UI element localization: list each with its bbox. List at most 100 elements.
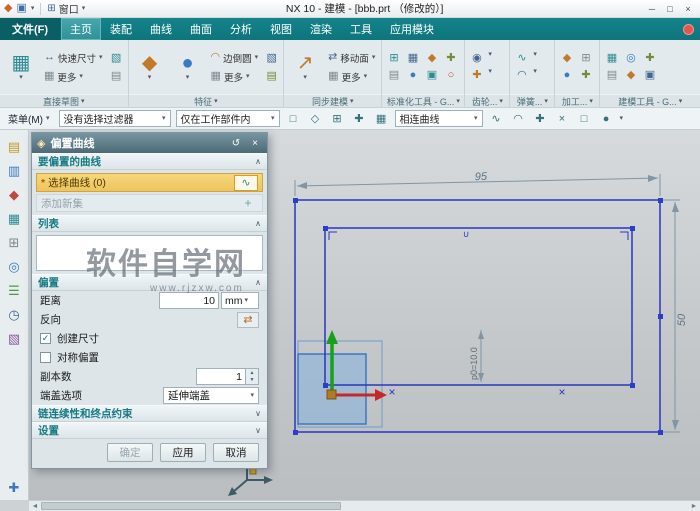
sketch-tool-icon-2[interactable]: ▤ bbox=[109, 69, 124, 84]
dialog-reset-icon[interactable]: ↺ bbox=[229, 138, 243, 149]
reuse-library-icon[interactable]: ▦ bbox=[8, 212, 20, 225]
machining-tool-icon-2[interactable]: ⊞ bbox=[578, 51, 593, 66]
system-scenes-icon[interactable]: ✚ bbox=[9, 481, 20, 494]
spring-tool-icon-2[interactable]: ◠ bbox=[514, 68, 529, 83]
copies-stepper[interactable]: 1 ▲ ▼ bbox=[196, 368, 259, 385]
move-face-big-button[interactable]: ↗ ▾ bbox=[288, 43, 322, 91]
sketch-button[interactable]: ▦ ▾ bbox=[4, 43, 38, 91]
standard-tool-icon-4[interactable]: ✚ bbox=[443, 51, 458, 66]
cap-option-dropdown[interactable]: 延伸端盖 ▾ bbox=[163, 387, 259, 404]
gear-tool-icon-1[interactable]: ◉ bbox=[469, 51, 484, 66]
snap-enable-icon[interactable]: ✚ bbox=[351, 110, 368, 127]
point-marker[interactable]: × bbox=[388, 385, 395, 399]
snap-point-icon[interactable]: × bbox=[554, 110, 571, 127]
web-browser-icon[interactable]: ◎ bbox=[8, 260, 19, 273]
highlight-icon[interactable]: ◇ bbox=[307, 110, 324, 127]
window-menu-button[interactable]: ⊞ 窗口 ▾ bbox=[47, 1, 85, 16]
group-label-synchronous[interactable]: 同步建模 ▾ bbox=[284, 94, 381, 107]
standard-tool-icon-6[interactable]: ● bbox=[405, 68, 420, 83]
roles-icon[interactable]: ▧ bbox=[8, 332, 20, 345]
quick-access-caret-icon[interactable]: ▾ bbox=[31, 5, 35, 12]
tab-application[interactable]: 应用模块 bbox=[381, 18, 443, 40]
curve-list-box[interactable] bbox=[36, 235, 263, 271]
section-offset[interactable]: 偏置 ∧ bbox=[32, 274, 267, 291]
create-dimension-row[interactable]: ✓ 创建尺寸 bbox=[32, 329, 267, 348]
origin-handle[interactable] bbox=[327, 390, 336, 399]
scroll-right-icon[interactable]: ► bbox=[688, 503, 700, 510]
file-menu[interactable]: 文件(F) bbox=[0, 18, 61, 40]
selbar-overflow-icon[interactable]: ▾ bbox=[620, 115, 624, 122]
group-label-feature[interactable]: 特征 ▾ bbox=[129, 94, 284, 107]
tab-assemblies[interactable]: 装配 bbox=[101, 18, 141, 40]
section-list[interactable]: 列表 ∧ bbox=[32, 215, 267, 232]
feature-tool-icon-2[interactable]: ▤ bbox=[264, 69, 279, 84]
standard-tool-icon-7[interactable]: ▣ bbox=[424, 68, 439, 83]
quick-dimension-button[interactable]: ↔ 快速尺寸 ▾ bbox=[42, 50, 105, 66]
move-face-button[interactable]: ⇄ 移动面 ▾ bbox=[326, 50, 377, 66]
apply-button[interactable]: 应用 bbox=[160, 443, 206, 462]
assembly-navigator-icon[interactable]: ▤ bbox=[8, 140, 20, 153]
group-label-standard-tools[interactable]: 标准化工具 - G... ▾ bbox=[382, 94, 464, 107]
modeling-tool-icon-6[interactable]: ▣ bbox=[642, 68, 657, 83]
dialog-titlebar[interactable]: ◈ 偏置曲线 ↺ × bbox=[32, 133, 267, 153]
group-label-machining[interactable]: 加工... ▾ bbox=[555, 94, 599, 107]
group-label-modeling-tools[interactable]: 建模工具 - G... ▾ bbox=[600, 94, 700, 107]
part-navigator-icon[interactable]: ◆ bbox=[9, 188, 19, 201]
close-button[interactable]: × bbox=[680, 2, 696, 15]
copies-input[interactable]: 1 bbox=[196, 368, 246, 385]
distance-input[interactable]: 10 bbox=[159, 292, 219, 309]
machining-tool-icon-4[interactable]: ✚ bbox=[578, 68, 593, 83]
offset-dimension-text[interactable]: p0=10.0 bbox=[469, 347, 479, 380]
dimension-95[interactable]: 95 bbox=[295, 171, 660, 196]
reverse-direction-button[interactable]: ⇄ bbox=[237, 312, 259, 328]
dimension-50-text[interactable]: 50 bbox=[676, 313, 688, 326]
point-marker[interactable]: × bbox=[558, 385, 565, 399]
add-new-set-icon[interactable]: + bbox=[238, 196, 258, 211]
spring-caret-icon[interactable]: ▾ bbox=[533, 68, 550, 83]
minimize-button[interactable]: ─ bbox=[644, 2, 660, 15]
cancel-button[interactable]: 取消 bbox=[213, 443, 259, 462]
scroll-left-icon[interactable]: ◄ bbox=[29, 503, 41, 510]
scrollbar-thumb[interactable] bbox=[41, 502, 341, 510]
selection-scope-dropdown[interactable]: 仅在工作部件内 ▾ bbox=[176, 110, 280, 127]
curve-rule-dropdown[interactable]: 相连曲线 ▾ bbox=[395, 110, 483, 127]
modeling-tool-icon-4[interactable]: ▤ bbox=[604, 68, 619, 83]
spring-tool-icon-1[interactable]: ∿ bbox=[514, 51, 529, 66]
gear-tool-icon-2[interactable]: ✚ bbox=[469, 68, 484, 83]
distance-unit-dropdown[interactable]: mm ▾ bbox=[221, 292, 259, 309]
select-curve-row[interactable]: * 选择曲线 (0) ∿ bbox=[36, 173, 263, 192]
snap-curve-icon[interactable]: ∿ bbox=[488, 110, 505, 127]
standard-tool-icon-2[interactable]: ▦ bbox=[405, 51, 420, 66]
curve-select-button[interactable]: ∿ bbox=[234, 175, 258, 191]
selection-filter-dropdown[interactable]: 没有选择过滤器 ▾ bbox=[59, 110, 171, 127]
snap-endpoint-icon[interactable]: □ bbox=[576, 110, 593, 127]
machining-tool-icon-3[interactable]: ● bbox=[559, 68, 574, 83]
symmetric-offset-checkbox[interactable] bbox=[40, 352, 51, 363]
tab-render[interactable]: 渲染 bbox=[301, 18, 341, 40]
group-label-spring[interactable]: 弹簧... ▾ bbox=[510, 94, 554, 107]
spring-caret-icon[interactable]: ▾ bbox=[533, 51, 550, 66]
group-label-direct-sketch[interactable]: 直接草图 ▾ bbox=[0, 94, 128, 107]
user-status-icon[interactable] bbox=[683, 24, 694, 35]
snap-center-icon[interactable]: ● bbox=[598, 110, 615, 127]
sketch-more-button[interactable]: ▦ 更多 ▾ bbox=[42, 69, 105, 85]
standard-tool-icon-5[interactable]: ▤ bbox=[386, 68, 401, 83]
horizontal-scrollbar[interactable]: ◄ ► bbox=[29, 500, 700, 511]
ok-button[interactable]: 确定 bbox=[107, 443, 153, 462]
select-all-icon[interactable]: □ bbox=[285, 110, 302, 127]
history-icon[interactable]: ☰ bbox=[8, 284, 20, 297]
snap-intersection-icon[interactable]: ✚ bbox=[532, 110, 549, 127]
gear-caret-icon[interactable]: ▾ bbox=[488, 51, 505, 66]
feature-more-button[interactable]: ▦ 更多 ▾ bbox=[209, 69, 261, 85]
dimension-50[interactable]: 50 bbox=[662, 200, 688, 432]
stepper-down-icon[interactable]: ▼ bbox=[246, 377, 258, 385]
revolve-button[interactable]: ● ▾ bbox=[171, 43, 205, 91]
modeling-tool-icon-1[interactable]: ▦ bbox=[604, 51, 619, 66]
dimension-95-text[interactable]: 95 bbox=[475, 171, 489, 183]
machining-tool-icon-1[interactable]: ◆ bbox=[559, 51, 574, 66]
edge-blend-button[interactable]: ◠ 边倒圆 ▾ bbox=[209, 50, 261, 66]
section-curves-to-offset[interactable]: 要偏置的曲线 ∧ bbox=[32, 153, 267, 170]
create-dimension-checkbox[interactable]: ✓ bbox=[40, 333, 51, 344]
feature-tool-icon-1[interactable]: ▧ bbox=[264, 51, 279, 66]
section-settings[interactable]: 设置 ∨ bbox=[32, 422, 267, 439]
